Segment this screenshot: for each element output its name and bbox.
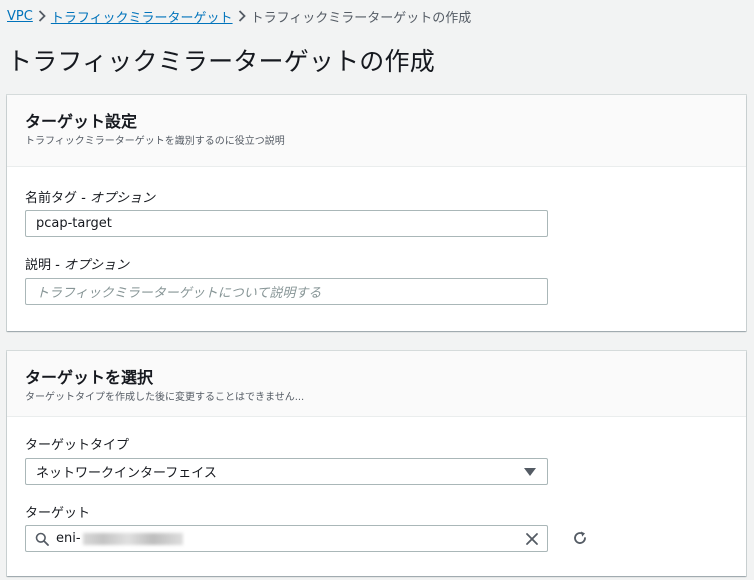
refresh-button[interactable]: [570, 528, 590, 548]
choose-target-panel: ターゲットを選択 ターゲットタイプを作成した後に変更することはできません... …: [7, 351, 746, 576]
search-icon: [35, 532, 49, 546]
target-search-input[interactable]: eni-: [25, 525, 548, 552]
description-label: 説明 - オプション: [25, 254, 129, 273]
target-type-label: ターゲットタイプ: [25, 438, 130, 453]
panel-header: ターゲット設定 トラフィックミラーターゲットを識別するのに役立つ説明: [7, 95, 746, 167]
optional-text: - オプション: [51, 258, 129, 273]
breadcrumb-current: トラフィックミラーターゲットの作成: [250, 10, 472, 26]
chevron-right-icon: [233, 10, 251, 22]
redacted-id: [82, 532, 183, 545]
breadcrumb-link-traffic-mirror-targets[interactable]: トラフィックミラーターゲット: [51, 7, 233, 26]
clear-icon[interactable]: [525, 532, 539, 546]
target-settings-panel: ターゲット設定 トラフィックミラーターゲットを識別するのに役立つ説明 名前タグ …: [7, 95, 746, 331]
description-label-text: 説明: [25, 258, 52, 273]
name-tag-label-text: 名前タグ: [25, 191, 78, 206]
panel-header: ターゲットを選択 ターゲットタイプを作成した後に変更することはできません...: [7, 351, 746, 417]
panel-title: ターゲットを選択: [25, 368, 154, 387]
chevron-right-icon: [33, 10, 51, 22]
refresh-icon: [574, 531, 586, 544]
page-title: トラフィックミラーターゲットの作成: [7, 47, 435, 76]
optional-text: - オプション: [77, 191, 155, 206]
target-type-select[interactable]: ネットワークインターフェイス: [25, 458, 548, 485]
panel-description: ターゲットタイプを作成した後に変更することはできません...: [25, 392, 305, 403]
breadcrumb-link-vpc[interactable]: VPC: [7, 9, 33, 24]
name-tag-value: pcap-target: [36, 216, 112, 231]
target-type-value: ネットワークインターフェイス: [36, 466, 217, 481]
panel-title: ターゲット設定: [25, 112, 138, 131]
name-tag-label: 名前タグ - オプション: [25, 187, 155, 206]
panel-description: トラフィックミラーターゲットを識別するのに役立つ説明: [25, 136, 285, 147]
caret-down-icon: [524, 468, 536, 476]
description-input[interactable]: トラフィックミラーターゲットについて説明する: [25, 278, 548, 305]
target-label: ターゲット: [25, 506, 91, 521]
target-value: eni-: [56, 531, 81, 546]
breadcrumb: VPC トラフィックミラーターゲット トラフィックミラーターゲットの作成: [7, 6, 471, 26]
description-placeholder: トラフィックミラーターゲットについて説明する: [36, 286, 322, 301]
name-tag-input[interactable]: pcap-target: [25, 210, 548, 237]
